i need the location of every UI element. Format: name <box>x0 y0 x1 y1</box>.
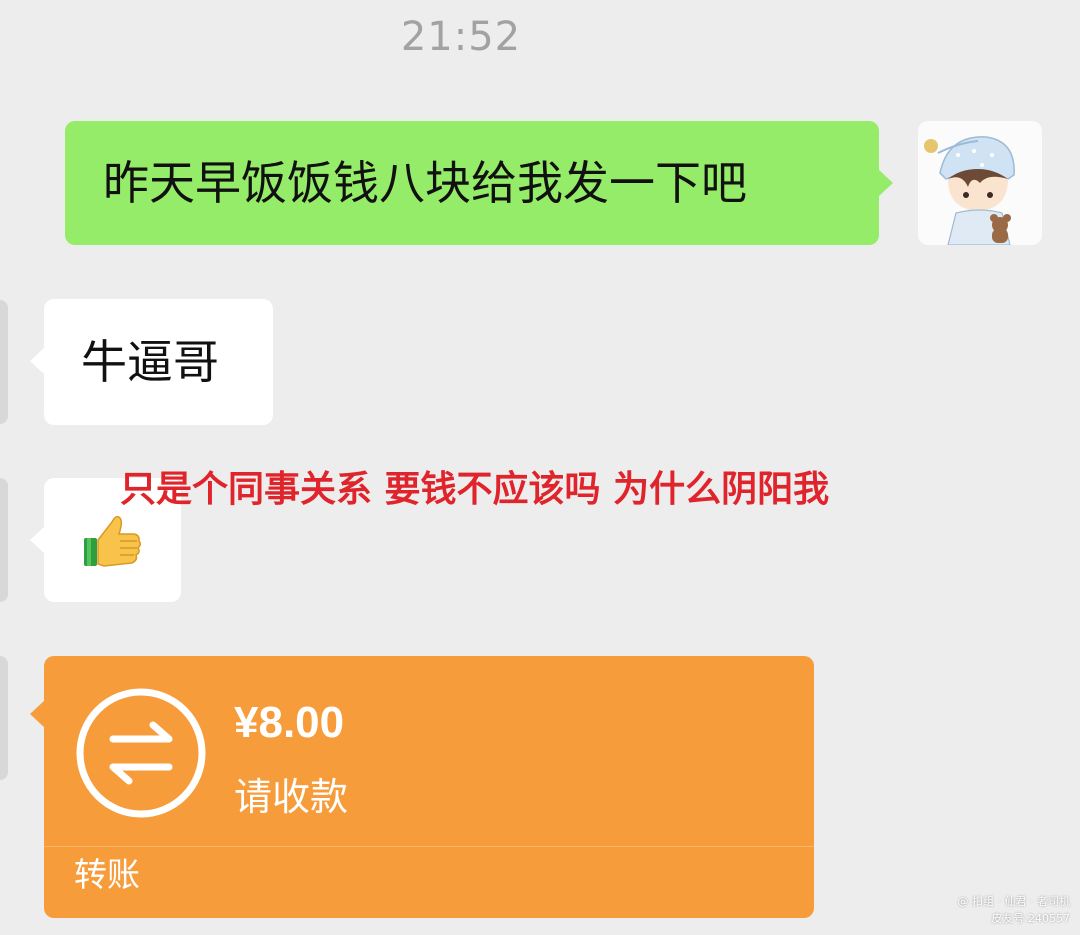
transfer-divider <box>44 846 814 847</box>
watermark: @ 扣组 · 仙君 · 者司机 皮友号:240557 <box>958 893 1070 927</box>
watermark-line-1: @ 扣组 · 仙君 · 者司机 <box>957 895 1070 908</box>
contact-avatar-edge[interactable] <box>0 656 8 780</box>
contact-avatar-edge[interactable] <box>0 300 8 424</box>
transfer-amount: ¥8.00 <box>234 698 345 747</box>
timestamp: 21:52 <box>400 14 522 60</box>
self-avatar[interactable] <box>918 121 1042 245</box>
outgoing-message-bubble[interactable]: 昨天早饭饭钱八块给我发一下吧 <box>65 121 893 245</box>
transfer-arrows-icon <box>76 688 206 818</box>
transfer-label: 转账 <box>74 855 140 894</box>
thumbs-up-icon <box>84 515 142 567</box>
transfer-status: 请收款 <box>234 775 349 819</box>
contact-avatar-edge[interactable] <box>0 478 8 602</box>
avatar-illustration <box>918 121 1042 245</box>
transfer-card[interactable]: ¥8.00 请收款 转账 <box>30 656 814 918</box>
incoming-message-bubble[interactable]: 牛逼哥 <box>30 299 273 425</box>
watermark-line-2: 皮友号:240557 <box>991 912 1070 925</box>
red-caption-annotation: 只是个同事关系 要钱不应该吗 为什么阴阳我 <box>120 469 830 510</box>
